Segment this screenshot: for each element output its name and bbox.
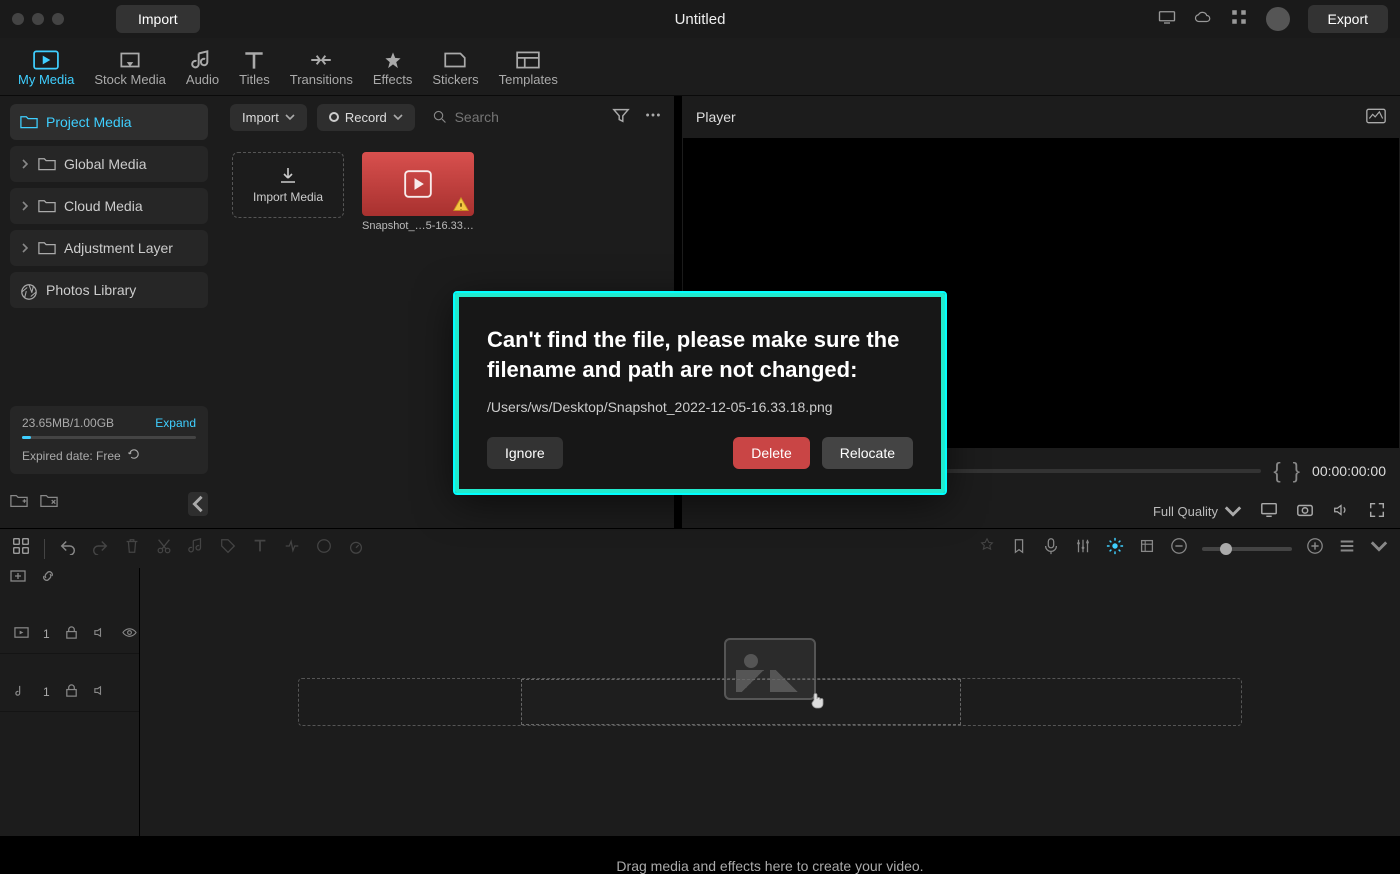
dialog-file-path: /Users/ws/Desktop/Snapshot_2022-12-05-16… — [487, 399, 913, 415]
dialog-title: Can't find the file, please make sure th… — [487, 325, 913, 384]
modal-backdrop: Can't find the file, please make sure th… — [0, 0, 1400, 786]
file-not-found-dialog: Can't find the file, please make sure th… — [455, 293, 945, 492]
empty-state-text: Drag media and effects here to create yo… — [616, 858, 923, 874]
ignore-button[interactable]: Ignore — [487, 437, 563, 469]
relocate-button[interactable]: Relocate — [822, 437, 913, 469]
delete-button[interactable]: Delete — [733, 437, 809, 469]
